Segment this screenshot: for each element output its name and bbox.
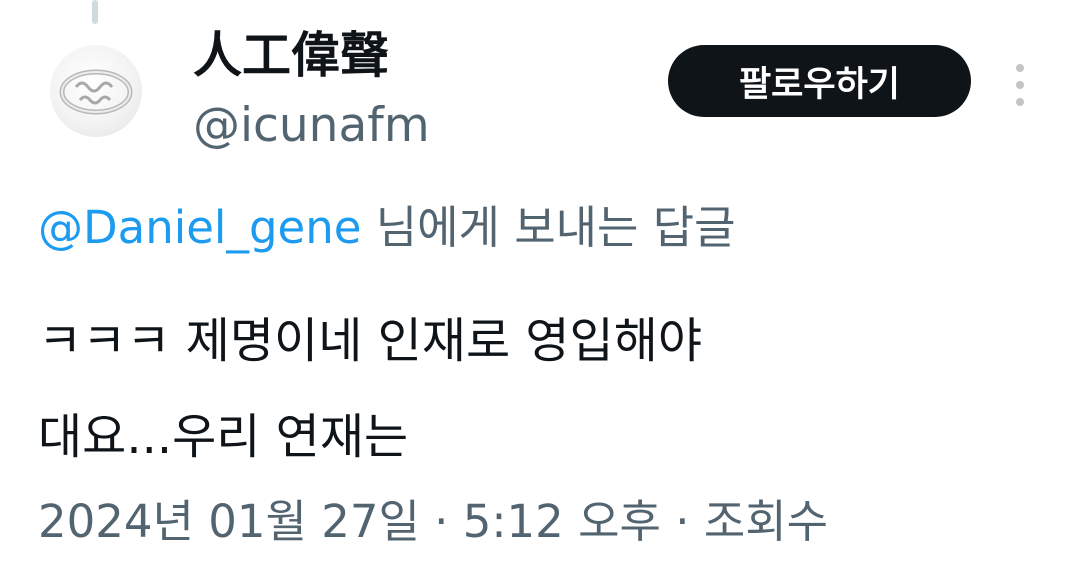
tweet-text-line: ㅋㅋㅋ 제명이네 인재로 영입해야 [38,313,703,369]
ring-icon [59,69,133,115]
display-name[interactable]: 人工偉聲 [193,24,389,88]
reply-context: @Daniel_gene 님에게 보내는 답글 [38,194,736,262]
follow-button[interactable]: 팔로우하기 [668,45,971,117]
thread-connector-line [92,0,98,24]
more-vertical-icon-dot [1016,98,1024,106]
tweet-text: ㅋㅋㅋ 제명이네 인재로 영입해야 대요...우리 연재는 [38,293,1048,485]
more-options-button[interactable] [1000,55,1040,115]
avatar[interactable] [50,45,142,137]
more-vertical-icon-dot [1016,81,1024,89]
tweet-text-line: 대요...우리 연재는 [38,409,409,465]
more-vertical-icon [1016,64,1024,72]
reply-label: 님에게 보내는 답글 [361,201,736,254]
tweet-timestamp[interactable]: 2024년 01월 27일 · 5:12 오후 · 조회수 [38,490,828,554]
reply-mention-link[interactable]: @Daniel_gene [38,201,361,254]
user-handle[interactable]: @icunafm [193,94,430,158]
